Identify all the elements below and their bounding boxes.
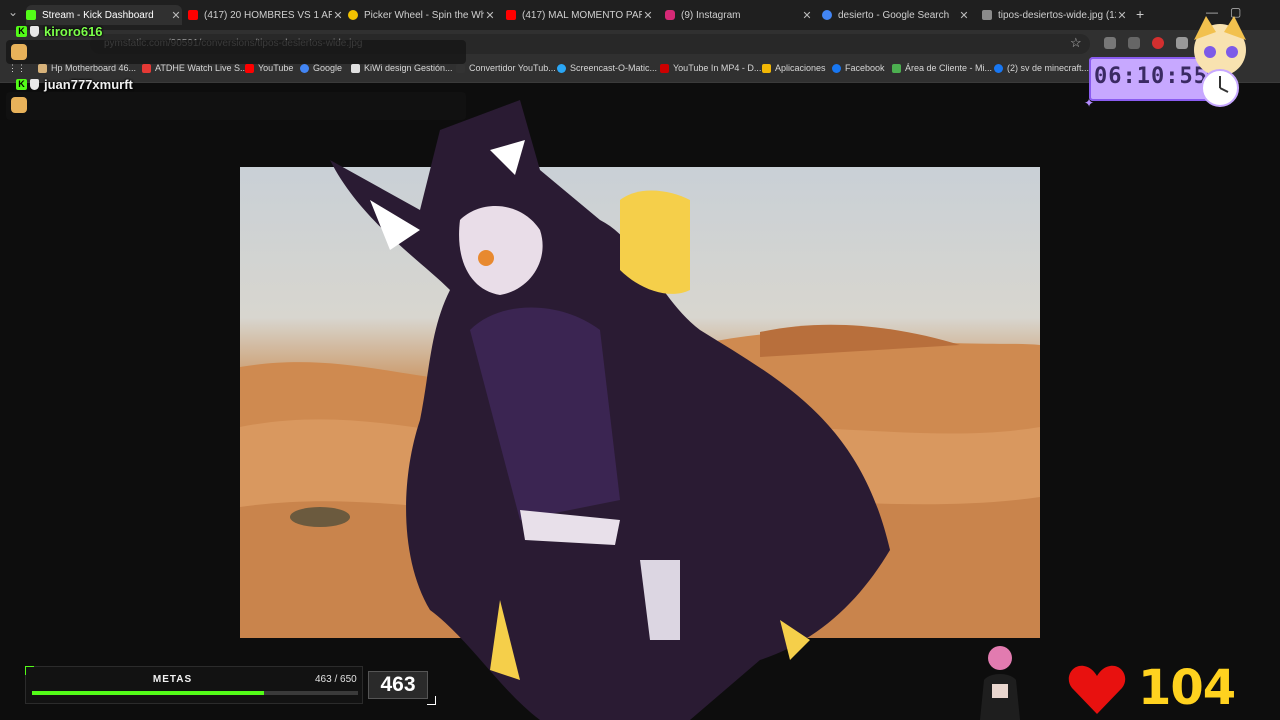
goal-widget: METAS 463 / 650 463	[25, 666, 436, 705]
goal-progress-track	[32, 691, 358, 695]
goal-title: METAS	[152, 674, 193, 685]
corner-decoration	[25, 666, 34, 675]
goal-progress-text: 463 / 650	[315, 674, 357, 685]
heart-icon	[1068, 665, 1126, 714]
goal-count: 463	[380, 673, 416, 696]
corner-decoration	[427, 696, 436, 705]
sparkle-icon: ✦	[1084, 96, 1095, 110]
mini-avatar	[980, 646, 1020, 720]
follower-count: 104	[1138, 660, 1236, 716]
mascot-clock-icon	[1194, 16, 1246, 107]
goal-panel	[25, 666, 363, 704]
goal-progress-fill	[32, 691, 265, 695]
